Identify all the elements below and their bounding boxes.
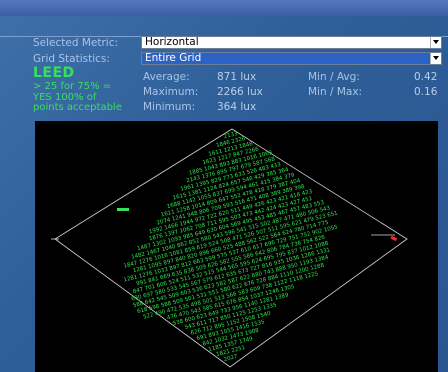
min-max-label: Min / Max:: [308, 86, 363, 98]
grid-statistics-label: Grid Statistics:: [33, 53, 110, 65]
maximum-value: 2266 lux: [217, 86, 263, 98]
minimum-label: Minimum:: [143, 101, 196, 113]
illuminance-grid-plot[interactable]: 2133 1846 2326 1611 1213 1848 1623 1217 847…: [35, 121, 438, 372]
plot-canvas: 21331846 23261611 1213 18481623 1217 847…: [51, 128, 408, 368]
selected-metric-select[interactable]: Horizontal: [141, 36, 442, 49]
minimum-value: 364 lux: [217, 101, 257, 113]
average-value: 871 lux: [217, 71, 257, 83]
leed-heading: LEED: [33, 65, 75, 81]
min-max-value: 0.16: [414, 86, 438, 98]
min-avg-value: 0.42: [414, 71, 438, 83]
selected-metric-label: Selected Metric:: [33, 37, 119, 49]
grid-values-layer: 21331846 23261611 1213 18481623 1217 847…: [123, 131, 339, 363]
title-bar: [0, 0, 448, 16]
min-avg-label: Min / Avg:: [308, 71, 360, 83]
luminaire-marker: [117, 208, 129, 211]
maximum-label: Maximum:: [143, 86, 199, 98]
average-label: Average:: [143, 71, 190, 83]
chevron-down-icon[interactable]: [430, 37, 441, 48]
grid-statistics-value: Entire Grid: [145, 52, 202, 64]
grid-statistics-select[interactable]: Entire Grid: [141, 52, 442, 65]
chevron-down-icon[interactable]: [430, 53, 441, 64]
leed-compliance-note: > 25 for 75% = YES 100% of points accept…: [33, 81, 122, 113]
selected-metric-value: Horizontal: [145, 36, 199, 48]
max-point-marker: [390, 235, 398, 242]
